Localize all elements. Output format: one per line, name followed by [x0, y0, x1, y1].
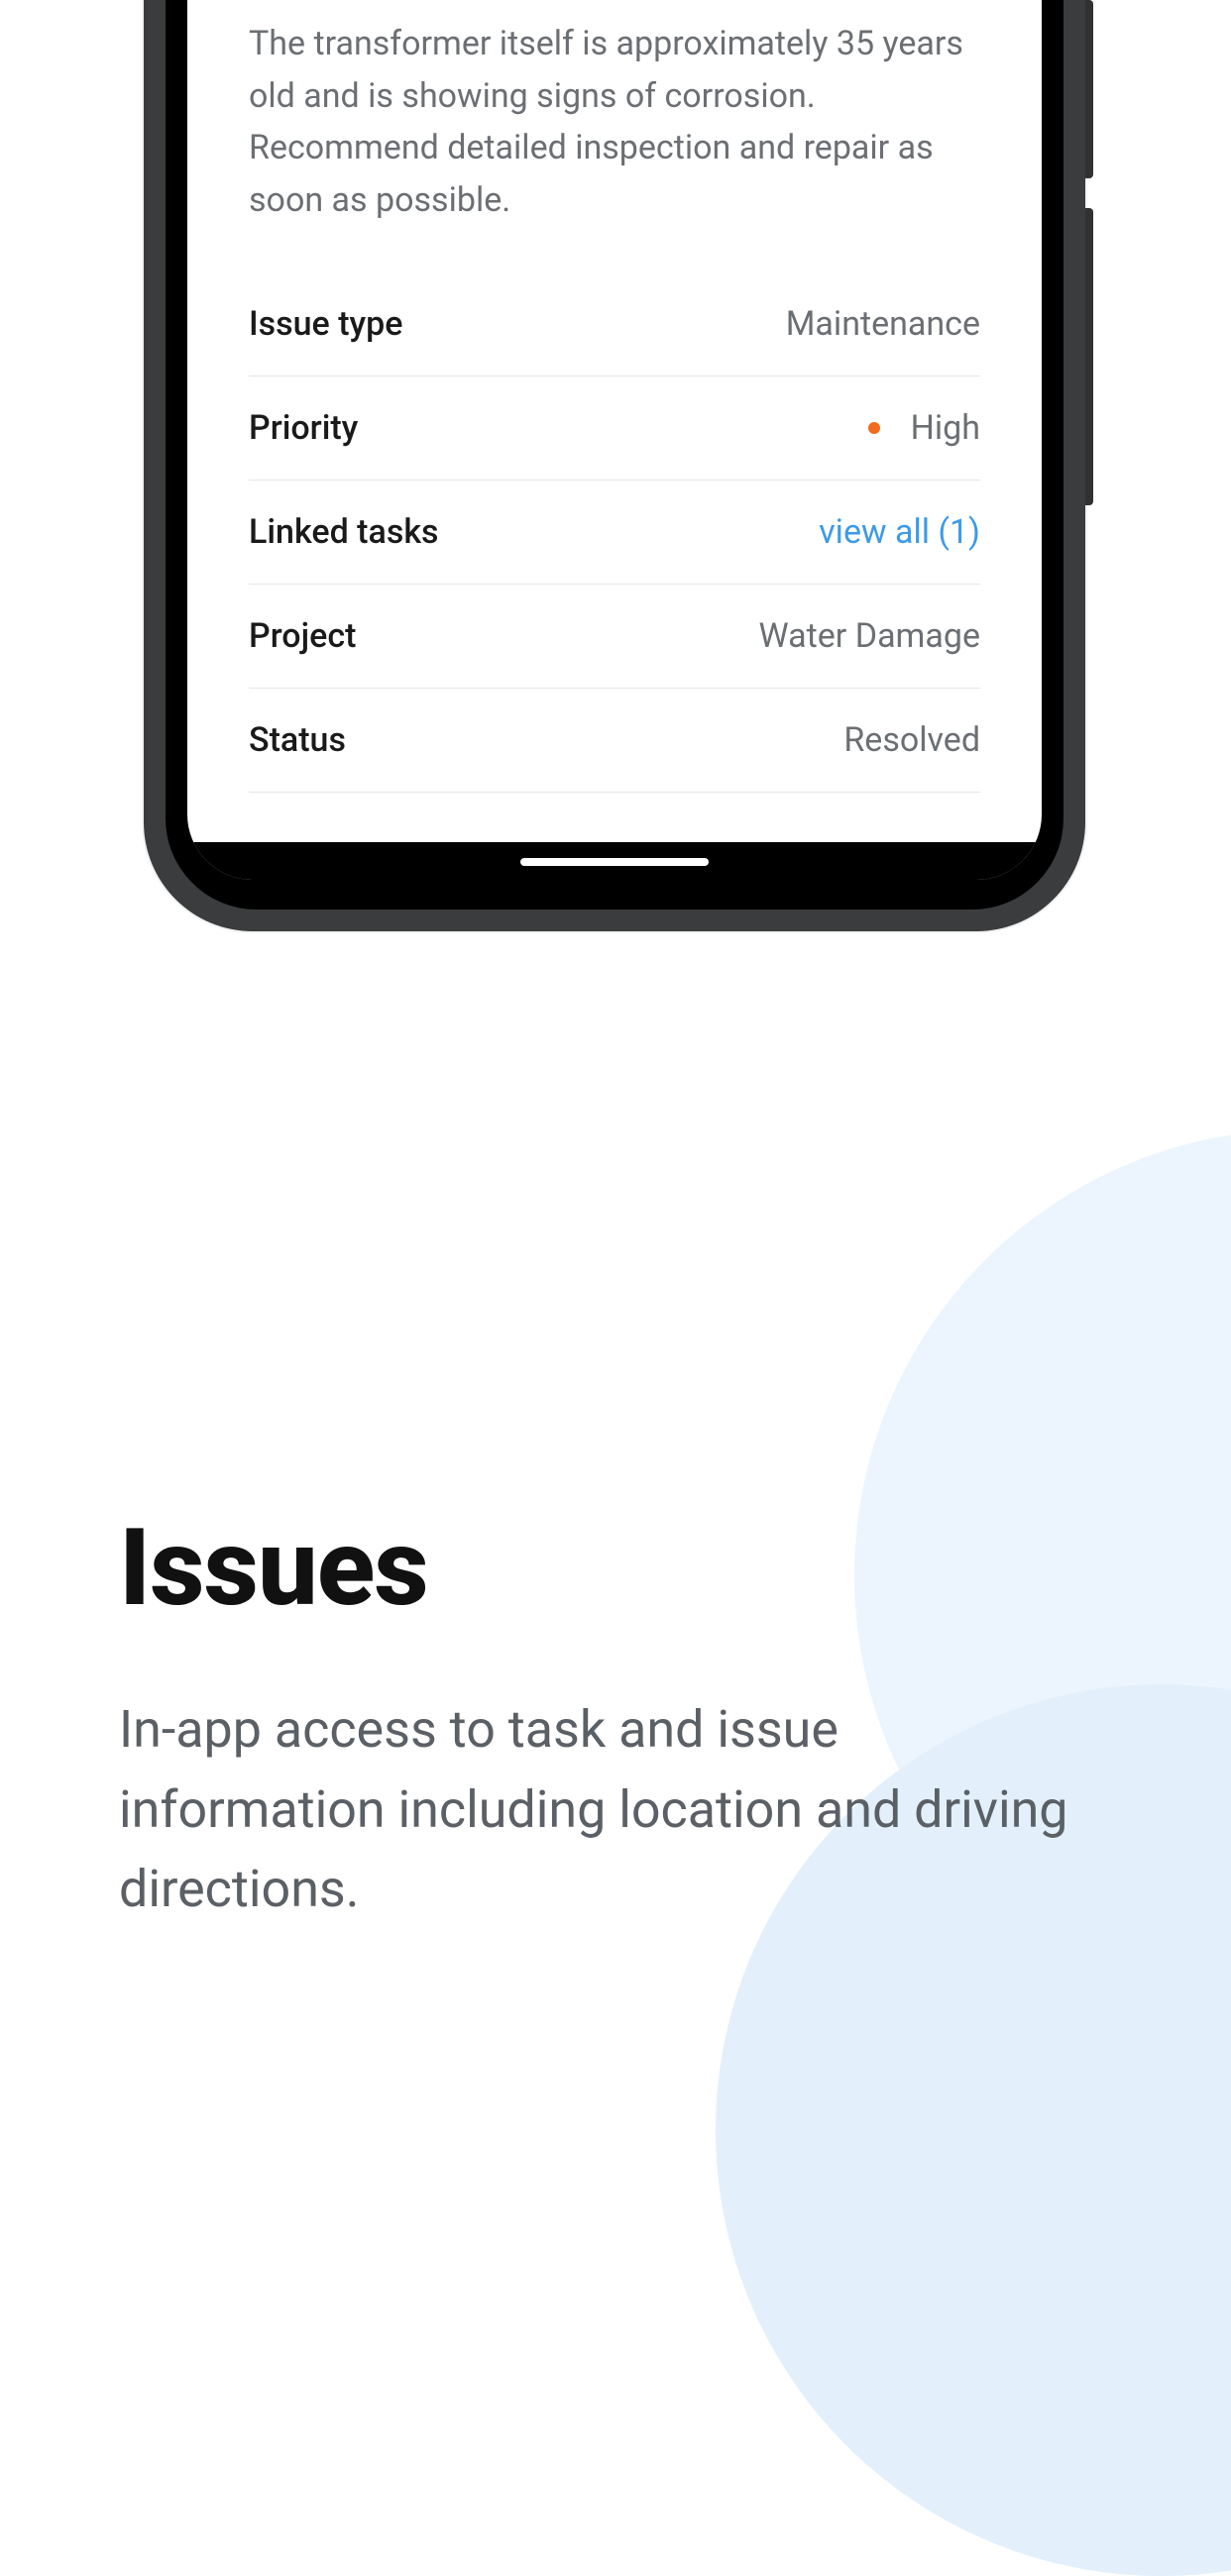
field-value: Water Damage	[759, 616, 980, 656]
field-value: High	[911, 408, 980, 448]
field-label: Linked tasks	[249, 512, 439, 552]
field-value: Maintenance	[786, 304, 980, 344]
field-label: Issue type	[249, 304, 403, 344]
field-row-linked-tasks[interactable]: Linked tasks view all (1)	[249, 481, 980, 585]
android-nav-handle[interactable]	[520, 858, 709, 866]
field-row-priority[interactable]: Priority High	[249, 376, 980, 481]
linked-tasks-link[interactable]: view all (1)	[819, 512, 980, 552]
priority-dot-icon	[868, 422, 880, 434]
marketing-copy: Issues In-app access to task and issue i…	[119, 1506, 1112, 1930]
issue-description: The transformer itself is approximately …	[249, 0, 980, 272]
field-row-issue-type[interactable]: Issue type Maintenance	[249, 272, 980, 376]
field-label: Priority	[249, 408, 358, 448]
phone-side-button	[1085, 208, 1093, 505]
field-label: Status	[249, 720, 346, 760]
marketing-title: Issues	[119, 1506, 1112, 1631]
phone-frame: The transformer itself is approximately …	[144, 0, 1085, 931]
app-screen: The transformer itself is approximately …	[187, 0, 1042, 880]
field-label: Project	[249, 616, 356, 656]
field-row-status[interactable]: Status Resolved	[249, 689, 980, 793]
phone-side-button	[1085, 0, 1093, 178]
field-value: Resolved	[843, 720, 980, 760]
marketing-body: In-app access to task and issue informat…	[119, 1690, 1070, 1930]
field-row-project[interactable]: Project Water Damage	[249, 585, 980, 689]
